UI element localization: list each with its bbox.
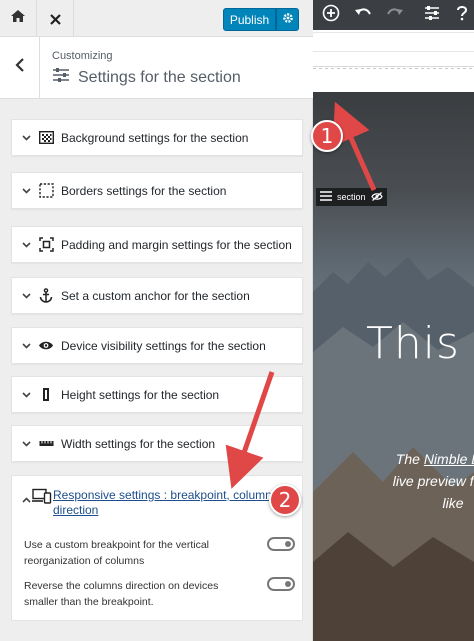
sliders-icon (424, 5, 440, 25)
accordion-borders[interactable]: Borders settings for the section (11, 172, 303, 209)
accordion-height[interactable]: Height settings for the section (11, 376, 303, 413)
accordion-responsive: Responsive settings : breakpoint, column… (11, 475, 303, 621)
nimble-builder-link[interactable]: Nimble Builde (424, 451, 474, 467)
hero-text-prefix: The (395, 451, 424, 467)
divider (313, 51, 474, 52)
chevron-down-icon (16, 134, 36, 141)
help-icon (455, 5, 469, 26)
accordion-responsive-header[interactable]: Responsive settings : breakpoint, column… (12, 476, 302, 524)
eye-icon (36, 336, 56, 356)
chevron-down-icon (16, 292, 36, 299)
accordion-padding-margin[interactable]: Padding and margin settings for the sect… (11, 226, 303, 263)
accordion-device-visibility[interactable]: Device visibility settings for the secti… (11, 327, 303, 364)
redo-button[interactable] (385, 5, 405, 25)
accordion-label: Device visibility settings for the secti… (61, 338, 266, 353)
chevron-down-icon (16, 187, 36, 194)
reverse-columns-toggle[interactable] (267, 577, 295, 591)
chevron-down-icon (16, 391, 36, 398)
reverse-columns-label: Reverse the columns direction on devices… (24, 580, 219, 608)
chevron-down-icon (16, 440, 36, 447)
undo-icon (354, 6, 372, 24)
accordion-width[interactable]: Width settings for the section (11, 425, 303, 462)
publish-button[interactable]: Publish (223, 8, 276, 31)
hero-text: The Nimble Builde live preview from th l… (353, 448, 474, 514)
accordion-label: Padding and margin settings for the sect… (61, 237, 292, 252)
height-icon (36, 385, 56, 405)
site-preview: section This p The Nimble Builde live pr… (313, 0, 474, 641)
menu-icon (320, 191, 332, 203)
gear-icon (282, 11, 294, 29)
custom-breakpoint-label: Use a custom breakpoint for the vertical… (24, 539, 210, 567)
back-button[interactable] (0, 37, 40, 98)
customizer-topbar: Publish (0, 0, 313, 37)
chevron-left-icon (14, 58, 25, 77)
accordion-background[interactable]: Background settings for the section (11, 119, 303, 156)
custom-breakpoint-toggle[interactable] (267, 537, 295, 551)
redo-icon (386, 6, 404, 24)
hero-text-line1: The Nimble Builde (353, 448, 474, 470)
mountain-background (313, 257, 474, 641)
help-button[interactable] (452, 5, 472, 25)
divider (313, 66, 474, 67)
annotation-badge-1: 1 (311, 120, 343, 152)
background-icon (36, 128, 56, 148)
section-handle[interactable]: section (316, 188, 387, 206)
chevron-down-icon (16, 241, 36, 248)
toggle-knob (285, 581, 291, 587)
section-titlebar: Customizing Settings for the section (0, 37, 313, 99)
accordion-custom-anchor[interactable]: Set a custom anchor for the section (11, 277, 303, 314)
accordion-label: Height settings for the section (61, 387, 220, 402)
accordion-label: Width settings for the section (61, 436, 216, 451)
hero-text-line2: live preview from th (392, 473, 474, 489)
width-icon (36, 434, 56, 454)
padding-icon (36, 235, 56, 255)
section-handle-label: section (337, 192, 366, 202)
settings-sliders-button[interactable] (422, 5, 442, 25)
anchor-icon (36, 286, 56, 306)
plus-circle-icon (322, 4, 340, 27)
divider (313, 32, 474, 33)
hero-title: This p (366, 318, 474, 369)
accordion-label: Background settings for the section (61, 130, 249, 145)
toggle-knob (285, 541, 291, 547)
borders-icon (36, 181, 56, 201)
accordion-label: Set a custom anchor for the section (61, 288, 250, 303)
add-section-button[interactable] (321, 4, 341, 27)
breadcrumb: Customizing (52, 50, 113, 62)
page-title: Settings for the section (52, 68, 241, 87)
preview-toolbar (313, 0, 474, 30)
accordion-label: Borders settings for the section (61, 183, 227, 198)
home-icon (10, 9, 26, 28)
close-button[interactable] (37, 0, 74, 36)
annotation-badge-2: 2 (269, 484, 301, 516)
preview-header-strip (313, 30, 474, 92)
chevron-down-icon (16, 342, 36, 349)
customizer-panel: Publish Customizing Settings for the sec… (0, 0, 313, 641)
devices-icon (32, 488, 52, 509)
sliders-icon (52, 68, 70, 87)
home-button[interactable] (0, 0, 37, 36)
close-icon (49, 6, 61, 30)
eye-slash-icon (370, 191, 383, 203)
page-title-text: Settings for the section (78, 68, 241, 86)
publish-settings-button[interactable] (276, 8, 299, 31)
dashed-divider (313, 68, 474, 69)
undo-button[interactable] (353, 5, 373, 25)
hero-text-line3: like (442, 495, 464, 511)
accordion-label: Responsive settings : breakpoint, column… (53, 488, 272, 517)
